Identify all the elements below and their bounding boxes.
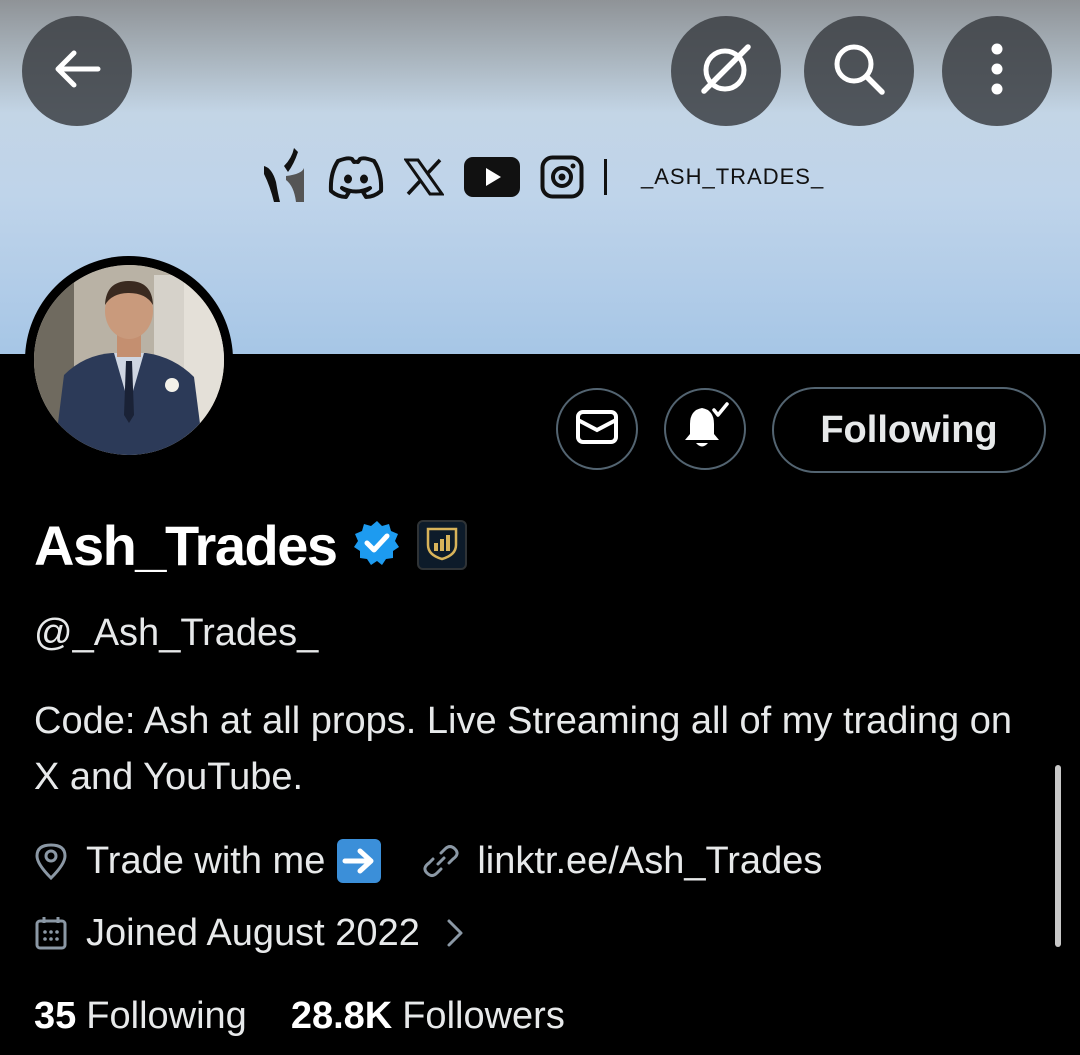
profile-handle: @_Ash_Trades_ — [34, 612, 319, 654]
banner-divider — [604, 159, 607, 195]
followers-count: 28.8K — [290, 995, 393, 1037]
banner-handle-text: _ASH_TRADES_ — [641, 164, 825, 189]
instagram-icon — [540, 155, 584, 199]
arrow-right-emoji-icon — [337, 839, 382, 883]
banner-social-row: _ASH_TRADES_ — [258, 146, 824, 208]
verified-badge-icon[interactable] — [353, 519, 401, 572]
discord-icon — [328, 155, 384, 199]
message-button[interactable] — [556, 388, 638, 470]
location-item: Trade with me — [34, 839, 382, 883]
following-label: Following — [86, 995, 247, 1037]
grok-icon — [696, 39, 756, 104]
follow-counts: 35 Following 28.8K Followers — [34, 995, 565, 1038]
website-item[interactable]: linktr.ee/Ash_Trades — [423, 840, 822, 883]
profile-meta-row: Trade with me linktr.ee/Ash_Trades — [34, 836, 822, 886]
location-pin-icon — [34, 842, 68, 880]
envelope-icon — [575, 409, 619, 450]
search-button[interactable] — [804, 16, 914, 126]
website-link[interactable]: linktr.ee/Ash_Trades — [477, 840, 822, 883]
more-button[interactable] — [942, 16, 1052, 126]
x-icon — [404, 158, 444, 196]
arrow-left-icon — [52, 49, 102, 94]
following-count: 35 — [34, 995, 77, 1037]
notifications-button[interactable] — [664, 388, 746, 470]
profile-bio: Code: Ash at all props. Live Streaming a… — [34, 700, 1012, 798]
followers-count-link[interactable]: 28.8K Followers — [291, 995, 565, 1038]
calendar-icon — [34, 915, 68, 951]
followers-label: Followers — [402, 995, 565, 1037]
following-button[interactable]: Following — [772, 387, 1046, 473]
affiliate-badge[interactable] — [416, 520, 467, 570]
avatar[interactable] — [25, 256, 233, 464]
chart-shield-icon — [424, 525, 460, 566]
joined-row[interactable]: Joined August 2022 — [34, 908, 464, 958]
more-vertical-icon — [990, 43, 1004, 100]
name-row: Ash_Trades — [34, 510, 467, 580]
avatar-photo — [34, 265, 224, 455]
back-button[interactable] — [22, 16, 132, 126]
brand-logo-icon — [258, 146, 308, 208]
following-count-link[interactable]: 35 Following — [34, 995, 247, 1038]
bell-check-icon — [680, 401, 730, 457]
location-text: Trade with me — [86, 839, 326, 882]
chevron-right-icon — [446, 918, 464, 948]
youtube-icon — [464, 157, 520, 197]
grok-button[interactable] — [671, 16, 781, 126]
joined-date: Joined August 2022 — [86, 911, 420, 954]
search-icon — [831, 41, 887, 102]
scrollbar[interactable] — [1055, 765, 1061, 947]
link-icon — [423, 843, 459, 879]
display-name: Ash_Trades — [34, 513, 338, 577]
